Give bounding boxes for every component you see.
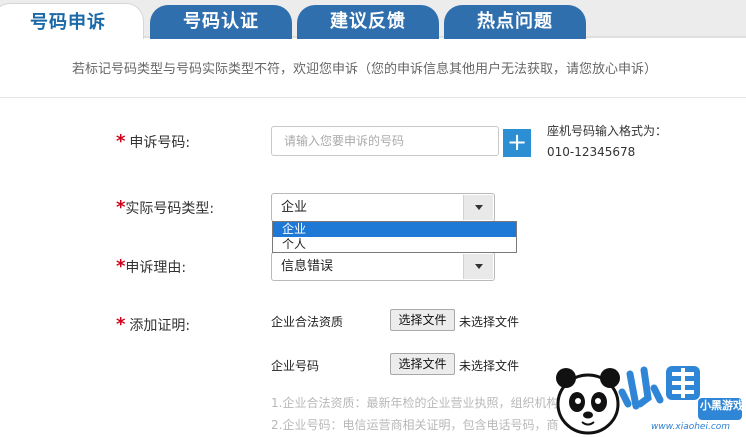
phone-label-text: 申诉号码: bbox=[129, 135, 191, 151]
evidence-note-2: 2.企业号码：电信运营商相关证明，包含电话号码，商 bbox=[271, 418, 559, 432]
tab-hot-questions[interactable]: 热点问题 bbox=[444, 5, 586, 39]
watermark-url: www.xiaohei.com bbox=[651, 422, 731, 432]
required-marker: * bbox=[116, 131, 126, 152]
evidence-note-1: 1.企业合法资质：最新年检的企业营业执照，组织机构 bbox=[271, 396, 559, 410]
reason-label-text: 申诉理由: bbox=[125, 260, 187, 276]
license-file-status: 未选择文件 bbox=[459, 315, 520, 329]
number-proof-file-status: 未选择文件 bbox=[459, 359, 520, 373]
type-label: *实际号码类型: bbox=[116, 197, 214, 218]
appeal-notice: 若标记号码类型与号码实际类型不符，欢迎您申诉（您的申诉信息其他用户无法获取，请您… bbox=[72, 62, 658, 77]
reason-label: *申诉理由: bbox=[116, 256, 186, 277]
required-marker: * bbox=[116, 256, 126, 277]
dropdown-option-personal[interactable]: 个人 bbox=[273, 237, 516, 252]
number-proof-choose-file-button[interactable]: 选择文件 bbox=[390, 353, 455, 375]
required-marker: * bbox=[116, 314, 126, 335]
chevron-down-icon[interactable] bbox=[463, 254, 493, 279]
phone-input[interactable]: 请输入您要申诉的号码 bbox=[271, 126, 499, 156]
license-choose-file-button[interactable]: 选择文件 bbox=[390, 309, 455, 331]
add-number-button[interactable]: + bbox=[503, 129, 531, 157]
format-example: 010-12345678 bbox=[547, 145, 636, 159]
chevron-down-icon[interactable] bbox=[463, 195, 493, 220]
phone-label: * 申诉号码: bbox=[116, 131, 190, 152]
number-type-dropdown: 企业 个人 bbox=[272, 221, 517, 253]
tab-number-verify[interactable]: 号码认证 bbox=[150, 5, 292, 39]
tab-feedback[interactable]: 建议反馈 bbox=[297, 5, 439, 39]
evidence-label: * 添加证明: bbox=[116, 314, 190, 335]
type-label-text: 实际号码类型: bbox=[125, 201, 215, 217]
number-proof-label: 企业号码 bbox=[271, 359, 320, 373]
format-hint: 座机号码输入格式为： bbox=[547, 124, 668, 138]
dropdown-option-enterprise[interactable]: 企业 bbox=[273, 222, 516, 237]
watermark-logo-text: 小黑游戏 bbox=[700, 399, 744, 412]
required-marker: * bbox=[116, 197, 126, 218]
tab-bar: 号码申诉 号码认证 建议反馈 热点问题 bbox=[0, 0, 746, 39]
license-file-label: 企业合法资质 bbox=[271, 315, 344, 329]
reason-value: 信息错误 bbox=[281, 259, 334, 274]
evidence-label-text: 添加证明: bbox=[129, 318, 191, 334]
number-type-value: 企业 bbox=[281, 200, 308, 215]
notice-divider bbox=[0, 97, 746, 98]
number-type-select[interactable]: 企业 bbox=[271, 193, 495, 222]
tab-number-appeal[interactable]: 号码申诉 bbox=[0, 3, 144, 39]
reason-select[interactable]: 信息错误 bbox=[271, 252, 495, 281]
